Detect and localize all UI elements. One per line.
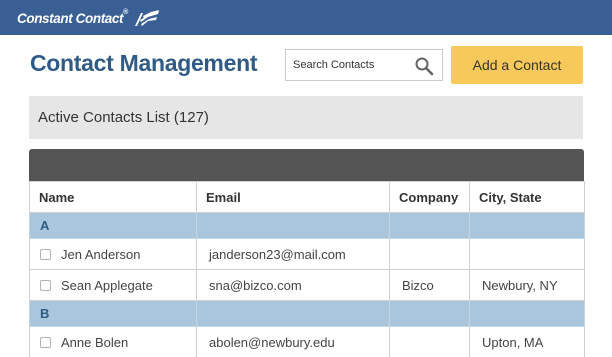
top-bar: Constant Contact ® <box>0 0 612 35</box>
column-header-name[interactable]: Name <box>29 181 197 213</box>
contact-name[interactable]: Sean Applegate <box>61 278 153 293</box>
search-input[interactable] <box>286 50 408 80</box>
email-cell: sna@bizco.com <box>196 269 390 301</box>
company-cell: Bizco <box>389 269 470 301</box>
list-title: Active Contacts List (127) <box>38 109 209 126</box>
contact-name[interactable]: Jen Anderson <box>61 247 141 262</box>
column-header-email[interactable]: Email <box>196 181 390 213</box>
search-box[interactable] <box>285 49 443 81</box>
page-title: Contact Management <box>30 50 258 76</box>
table-header-row: Name Email Company City, State <box>29 181 585 213</box>
table-row[interactable]: Sean Applegate sna@bizco.com Bizco Newbu… <box>29 269 585 301</box>
column-header-city-state[interactable]: City, State <box>469 181 585 213</box>
city-state-cell: Newbury, NY <box>469 269 585 301</box>
logo[interactable]: Constant Contact ® <box>17 9 161 27</box>
name-cell: Anne Bolen <box>29 326 197 357</box>
trademark-symbol: ® <box>123 9 128 16</box>
email-cell: janderson23@mail.com <box>196 238 390 270</box>
list-header: Active Contacts List (127) <box>29 96 583 139</box>
group-row: A <box>29 212 585 239</box>
group-letter: A <box>40 217 50 233</box>
table-row[interactable]: Jen Anderson janderson23@mail.com <box>29 238 585 270</box>
company-cell <box>389 326 470 357</box>
group-letter: B <box>40 305 50 321</box>
name-cell: Jen Anderson <box>29 238 197 270</box>
add-contact-button[interactable]: Add a Contact <box>451 46 583 84</box>
row-checkbox[interactable] <box>40 337 51 349</box>
row-checkbox[interactable] <box>40 249 51 261</box>
email-cell: abolen@newbury.edu <box>196 326 390 357</box>
contacts-table: Name Email Company City, State A Jen And… <box>29 181 585 357</box>
table-toolbar <box>29 149 584 181</box>
contact-name[interactable]: Anne Bolen <box>61 335 128 350</box>
table-row[interactable]: Anne Bolen abolen@newbury.edu Upton, MA <box>29 326 585 357</box>
group-row: B <box>29 300 585 327</box>
flag-logo-icon <box>134 10 159 26</box>
brand-name: Constant Contact <box>17 10 124 26</box>
city-state-cell: Upton, MA <box>469 326 585 357</box>
row-checkbox[interactable] <box>40 280 51 292</box>
name-cell: Sean Applegate <box>29 269 197 301</box>
city-state-cell <box>469 238 585 270</box>
search-icon[interactable] <box>414 56 434 76</box>
column-header-company[interactable]: Company <box>389 181 470 213</box>
company-cell <box>389 238 470 270</box>
